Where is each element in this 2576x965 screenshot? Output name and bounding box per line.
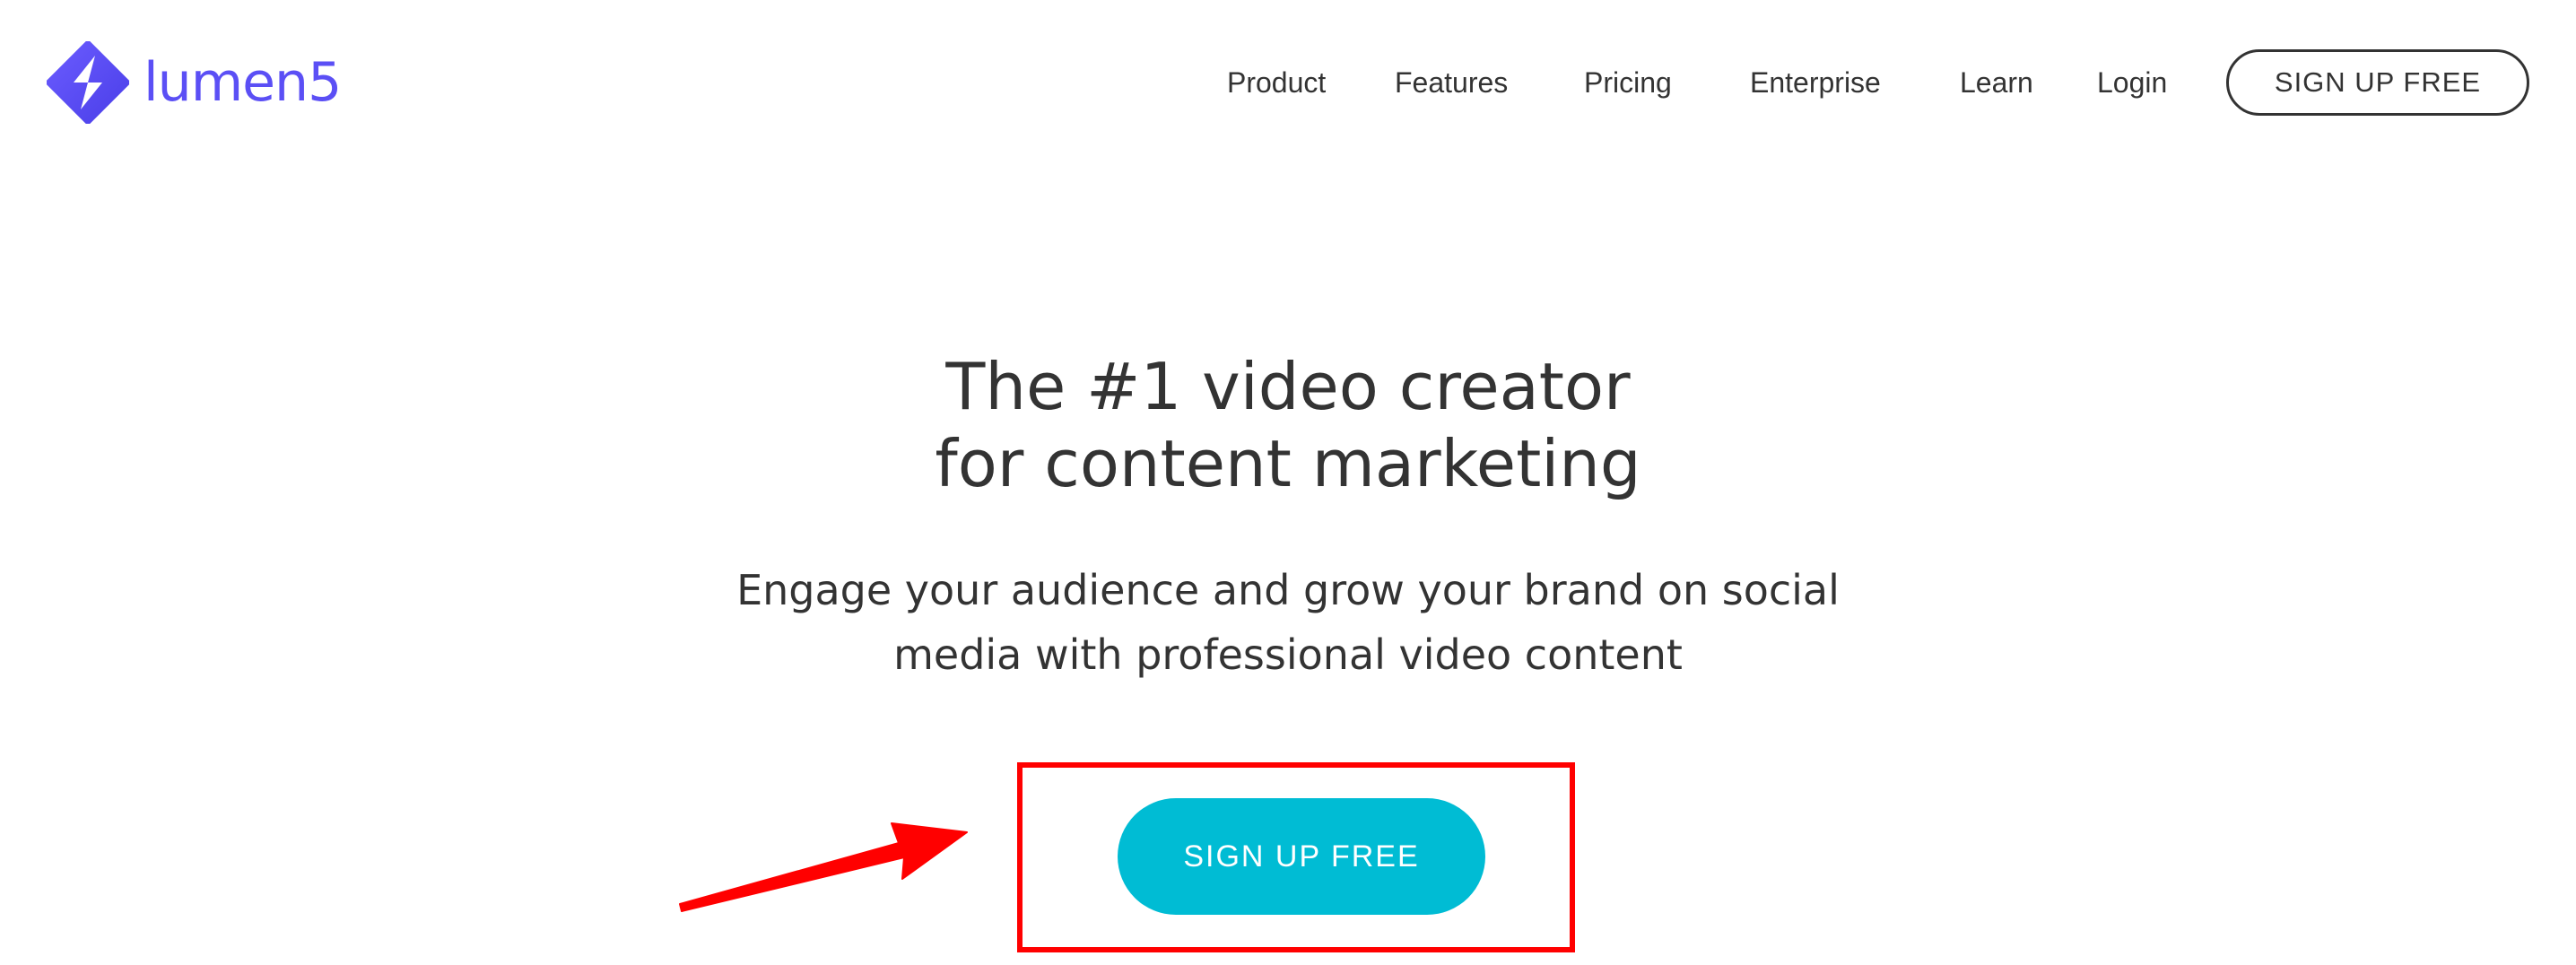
hero-subtitle-line-2: media with professional video content — [893, 630, 1683, 679]
lumen5-logo-icon — [47, 41, 129, 124]
logo-link[interactable]: lumen5 — [47, 41, 342, 124]
nav-learn[interactable]: Learn — [1960, 65, 2033, 100]
header-signup-button[interactable]: SIGN UP FREE — [2226, 49, 2529, 116]
hero-title-line-2: for content marketing — [935, 426, 1641, 501]
hero-subtitle: Engage your audience and grow your brand… — [0, 558, 2576, 687]
logo-text: lumen5 — [144, 51, 342, 114]
hero-title: The #1 video creator for content marketi… — [0, 348, 2576, 502]
nav-product[interactable]: Product — [1227, 65, 1326, 100]
page: lumen5 Product Features Pricing Enterpri… — [0, 0, 2576, 965]
nav-login[interactable]: Login — [2097, 65, 2167, 100]
nav-features[interactable]: Features — [1395, 65, 1508, 100]
hero-signup-button[interactable]: SIGN UP FREE — [1118, 798, 1485, 915]
nav-pricing[interactable]: Pricing — [1584, 65, 1672, 100]
hero-title-line-1: The #1 video creator — [945, 349, 1631, 424]
hero-subtitle-line-1: Engage your audience and grow your brand… — [736, 566, 1840, 614]
nav-enterprise[interactable]: Enterprise — [1750, 65, 1881, 100]
red-arrow-icon — [679, 822, 968, 912]
